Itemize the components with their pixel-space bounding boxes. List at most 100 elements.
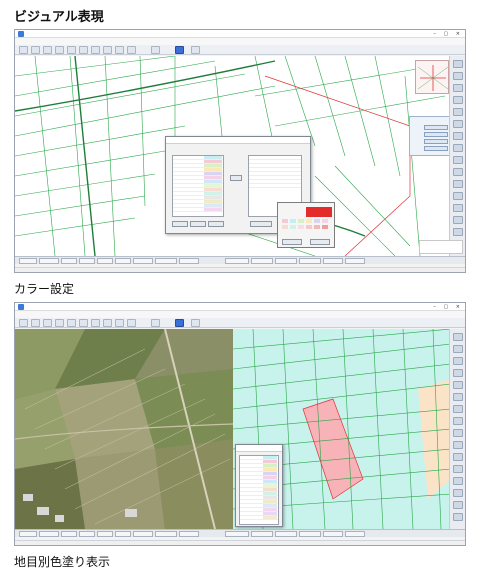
side-tool-icon[interactable] [453,108,463,116]
layer-tab[interactable] [225,531,249,537]
layer-tab[interactable] [133,531,153,537]
side-tool-icon[interactable] [453,60,463,68]
layer-tab[interactable] [61,258,77,264]
land-category-list[interactable] [239,455,279,525]
side-tool-icon[interactable] [453,192,463,200]
layer-tab[interactable] [345,258,365,264]
side-tool-icon[interactable] [453,441,463,449]
layer-tab[interactable] [299,258,321,264]
toolbar-button-icon[interactable] [67,46,76,54]
side-tool-icon[interactable] [453,381,463,389]
color-apply-button[interactable] [208,221,224,227]
side-tool-icon[interactable] [453,144,463,152]
land-category-map[interactable] [15,329,449,529]
layer-tab[interactable] [39,258,59,264]
palette-cell[interactable] [306,225,312,229]
toolbar-button-icon[interactable] [91,319,100,327]
toolbar-button-icon[interactable] [191,46,200,54]
toolbar-button-icon[interactable] [115,46,124,54]
side-tool-icon[interactable] [453,429,463,437]
layer-tab[interactable] [97,258,113,264]
palette-cell[interactable] [298,225,304,229]
layer-tab[interactable] [115,531,131,537]
side-tool-icon[interactable] [453,513,463,521]
side-tool-icon[interactable] [453,465,463,473]
toolbar-button-icon[interactable] [127,46,136,54]
side-tool-icon[interactable] [453,357,463,365]
panel-button[interactable] [424,146,448,151]
layer-tab[interactable] [275,531,297,537]
toolbar-button-icon[interactable] [19,46,28,54]
toolbar-button-icon[interactable] [43,46,52,54]
land-category-list[interactable] [172,155,224,217]
layer-tab[interactable] [251,258,273,264]
side-tool-icon[interactable] [453,72,463,80]
minimap-icon[interactable] [415,60,449,94]
palette-cell[interactable] [290,225,296,229]
toolbar-button-icon[interactable] [79,46,88,54]
panel-button[interactable] [424,125,448,130]
side-tool-icon[interactable] [453,501,463,509]
toolbar-button-icon[interactable] [91,46,100,54]
side-tool-icon[interactable] [453,120,463,128]
panel-button[interactable] [424,132,448,137]
layer-tab[interactable] [97,531,113,537]
parcel-map[interactable] [15,56,449,256]
side-tool-icon[interactable] [453,333,463,341]
toolbar-button-icon[interactable] [175,46,184,54]
toolbar-button-icon[interactable] [103,319,112,327]
side-tool-icon[interactable] [453,345,463,353]
side-tool-icon[interactable] [453,369,463,377]
layer-tab[interactable] [115,258,131,264]
layer-tab[interactable] [19,531,37,537]
window-controls-icon[interactable]: – ▢ × [433,303,463,311]
color-edit-button[interactable] [172,221,188,227]
layer-tab[interactable] [345,531,365,537]
side-tool-icon[interactable] [453,228,463,236]
side-tool-icon[interactable] [453,405,463,413]
side-tool-icon[interactable] [453,477,463,485]
side-tool-icon[interactable] [453,180,463,188]
palette-cell[interactable] [298,219,304,223]
layer-tab[interactable] [155,531,177,537]
list-item[interactable] [249,184,301,188]
layer-tab[interactable] [275,258,297,264]
layer-tab[interactable] [39,531,59,537]
palette-cancel-button[interactable] [310,239,330,245]
menu-bar[interactable] [15,38,465,45]
layer-tab[interactable] [19,258,37,264]
layer-tab[interactable] [323,258,343,264]
toolbar-button-icon[interactable] [43,319,52,327]
menu-bar[interactable] [15,311,465,318]
dialog-ok-button[interactable] [250,221,272,227]
side-tool-icon[interactable] [453,216,463,224]
palette-cell[interactable] [282,219,288,223]
layer-tab[interactable] [179,258,199,264]
toolbar-button-icon[interactable] [127,319,136,327]
toolbar-button-icon[interactable] [19,319,28,327]
layer-tab[interactable] [323,531,343,537]
toolbar-button-icon[interactable] [55,319,64,327]
layer-tab[interactable] [79,531,95,537]
color-reset-button[interactable] [190,221,206,227]
layer-tab[interactable] [179,531,199,537]
list-item[interactable] [173,208,223,212]
toolbar-button-icon[interactable] [31,46,40,54]
layer-tab[interactable] [155,258,177,264]
layer-tab[interactable] [251,531,273,537]
move-button[interactable] [230,175,242,181]
toolbar-button-icon[interactable] [151,46,160,54]
palette-cell[interactable] [306,207,332,217]
toolbar-button-icon[interactable] [103,46,112,54]
side-tool-icon[interactable] [453,84,463,92]
layer-tab[interactable] [225,258,249,264]
palette-cell[interactable] [314,225,320,229]
layer-tab[interactable] [299,531,321,537]
toolbar-button-icon[interactable] [79,319,88,327]
palette-cell[interactable] [322,219,328,223]
toolbar-button-icon[interactable] [191,319,200,327]
list-item[interactable] [240,516,278,520]
palette-cell[interactable] [282,225,288,229]
side-tool-icon[interactable] [453,489,463,497]
side-tool-icon[interactable] [453,453,463,461]
